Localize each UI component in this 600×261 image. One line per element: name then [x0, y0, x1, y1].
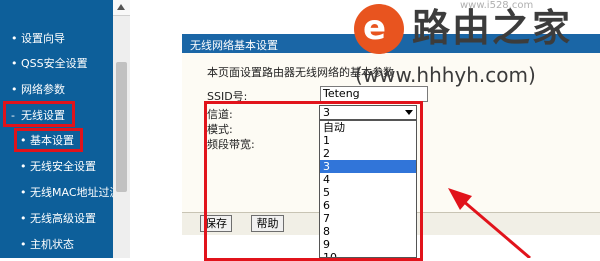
watermark-logo-icon: e	[354, 4, 404, 54]
watermark-url: (www.hhhyh.com)	[355, 63, 536, 87]
watermark-brand: 路由之家	[412, 6, 573, 50]
arrow-shaft	[461, 198, 531, 258]
